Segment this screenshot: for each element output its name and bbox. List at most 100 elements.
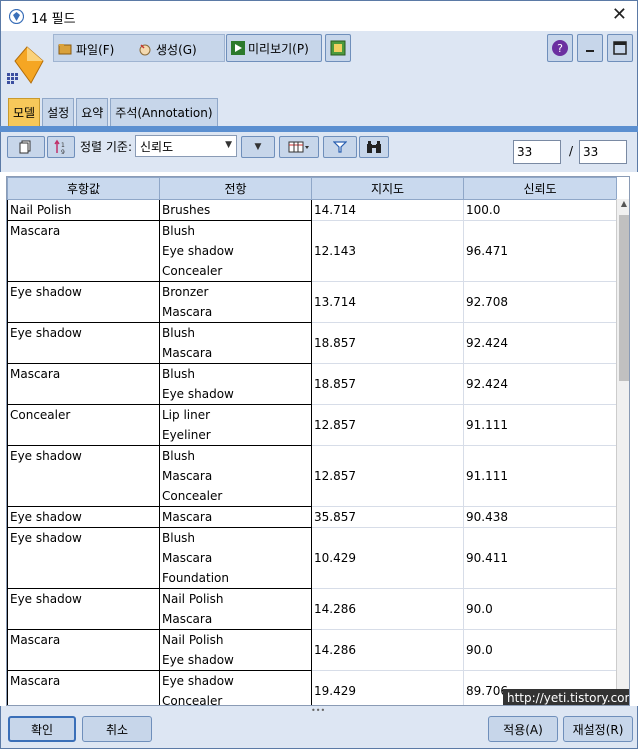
close-icon[interactable]: ✕ xyxy=(612,5,627,25)
cell-support: 12.143 xyxy=(311,220,464,282)
preview-label: 미리보기(P) xyxy=(248,41,309,56)
antecedent-item: Mascara xyxy=(162,510,213,524)
support-value: 19.429 xyxy=(314,684,356,698)
watermark: http://yeti.tistory.com xyxy=(503,689,629,705)
antecedent-item: Eye shadow xyxy=(162,387,234,401)
tab-model[interactable]: 모델 xyxy=(8,98,41,126)
menu-file[interactable]: 파일(F) xyxy=(58,39,114,59)
columns-icon xyxy=(288,141,309,153)
table-row[interactable]: Eye shadow Nail Polish Mascara 14.286 90.0 xyxy=(7,588,617,630)
antecedent-item: Blush xyxy=(162,224,196,238)
antecedent-item: Lip liner xyxy=(162,408,211,422)
scroll-thumb[interactable] xyxy=(619,215,629,381)
tab-annotation[interactable]: 주석(Annotation) xyxy=(110,98,218,126)
table-row[interactable]: Eye shadow Blush Mascara Foundation 10.429 90… xyxy=(7,527,617,589)
cell-consequent: Mascara xyxy=(7,220,160,282)
table-row[interactable]: Eye shadow Blush Mascara 18.857 92.424 xyxy=(7,322,617,364)
cancel-button[interactable]: 취소 xyxy=(82,716,152,742)
table-row[interactable]: Mascara Blush Eye shadow 18.857 92.424 xyxy=(7,363,617,405)
tab-settings[interactable]: 설정 xyxy=(42,98,75,126)
support-value: 35.857 xyxy=(314,510,356,524)
cell-consequent: Eye shadow xyxy=(7,445,160,507)
columns-button[interactable] xyxy=(279,136,319,158)
cell-confidence: 91.111 xyxy=(463,404,617,446)
cell-antecedents: Lip liner Eyeliner xyxy=(159,404,312,446)
scroll-up-icon[interactable]: ▲ xyxy=(617,199,629,213)
confidence-value: 90.411 xyxy=(466,551,508,565)
cell-support: 14.714 xyxy=(311,199,464,221)
cell-antecedents: Nail Polish Mascara xyxy=(159,588,312,630)
apply-button[interactable]: 적용(A) xyxy=(488,716,558,742)
cell-antecedents: Blush Mascara xyxy=(159,322,312,364)
maximize-button[interactable] xyxy=(607,34,633,62)
cell-confidence: 90.438 xyxy=(463,506,617,528)
table-row[interactable]: Mascara Blush Eye shadow Concealer 12.143 96.… xyxy=(7,220,617,282)
find-button[interactable] xyxy=(359,136,389,158)
antecedent-item: Brushes xyxy=(162,203,211,217)
support-value: 10.429 xyxy=(314,551,356,565)
table-row[interactable]: Eye shadow Mascara 35.857 90.438 xyxy=(7,506,617,528)
sort-select[interactable]: 신뢰도 ▼ xyxy=(135,135,237,157)
table-row[interactable]: Concealer Lip liner Eyeliner 12.857 91.111 xyxy=(7,404,617,446)
cell-antecedents: Mascara xyxy=(159,506,312,528)
consequent-text: Eye shadow xyxy=(10,449,82,463)
cell-support: 14.286 xyxy=(311,588,464,630)
column-header-confidence[interactable]: 신뢰도 xyxy=(463,177,617,200)
preview-button[interactable]: 미리보기(P) xyxy=(226,34,322,62)
confidence-value: 91.111 xyxy=(466,469,508,483)
cell-support: 10.429 xyxy=(311,527,464,589)
help-button[interactable]: ? xyxy=(547,34,573,62)
sort-select-value: 신뢰도 xyxy=(140,139,174,154)
binoculars-icon xyxy=(367,141,381,153)
antecedent-item: Eye shadow xyxy=(162,653,234,667)
support-value: 18.857 xyxy=(314,336,356,350)
antecedent-item: Eye shadow xyxy=(162,674,234,688)
column-header-consequent[interactable]: 후항값 xyxy=(7,177,160,200)
antecedent-item: Mascara xyxy=(162,612,213,626)
resize-grip-icon[interactable]: ••• xyxy=(311,706,325,715)
rules-grid: 후항값 전항 지지도 신뢰도 Nail Polish Brushes 14.714 1… xyxy=(7,177,617,706)
table-row[interactable]: Nail Polish Brushes 14.714 100.0 xyxy=(7,199,617,221)
ok-button[interactable]: 확인 xyxy=(8,716,76,742)
confidence-value: 92.424 xyxy=(466,336,508,350)
copy-button[interactable] xyxy=(7,136,45,158)
association-node-icon xyxy=(7,46,44,84)
cell-consequent: Eye shadow xyxy=(7,527,160,589)
column-header-antecedent[interactable]: 전항 xyxy=(159,177,312,200)
cell-antecedents: Brushes xyxy=(159,199,312,221)
column-header-support[interactable]: 지지도 xyxy=(311,177,464,200)
table-row[interactable]: Eye shadow Bronzer Mascara 13.714 92.708 xyxy=(7,281,617,323)
play-icon xyxy=(231,41,245,55)
confidence-value: 90.438 xyxy=(466,510,508,524)
cell-support: 18.857 xyxy=(311,363,464,405)
sort-direction-button[interactable]: ▼ xyxy=(241,136,275,158)
cell-confidence: 90.411 xyxy=(463,527,617,589)
sort-order-button[interactable]: 19 xyxy=(47,136,75,158)
cell-consequent: Eye shadow xyxy=(7,281,160,323)
cell-confidence: 90.0 xyxy=(463,629,617,671)
export-button[interactable] xyxy=(325,34,351,62)
copy-icon xyxy=(19,140,31,154)
filter-button[interactable] xyxy=(323,136,357,158)
tab-summary[interactable]: 요약 xyxy=(76,98,109,126)
cell-confidence: 91.111 xyxy=(463,445,617,507)
cell-antecedents: Nail Polish Eye shadow xyxy=(159,629,312,671)
reset-button[interactable]: 재설정(R) xyxy=(563,716,633,742)
page-current-input[interactable]: 33 xyxy=(513,140,561,164)
support-value: 12.143 xyxy=(314,244,356,258)
antecedent-item: Concealer xyxy=(162,694,223,706)
cell-support: 12.857 xyxy=(311,404,464,446)
consequent-text: Mascara xyxy=(10,224,61,238)
cell-support: 14.286 xyxy=(311,629,464,671)
cell-confidence: 92.424 xyxy=(463,322,617,364)
cell-confidence: 90.0 xyxy=(463,588,617,630)
antecedent-item: Mascara xyxy=(162,469,213,483)
antecedent-item: Foundation xyxy=(162,571,229,585)
maximize-icon xyxy=(613,41,627,55)
cell-consequent: Mascara xyxy=(7,363,160,405)
menu-generate[interactable]: 생성(G) xyxy=(138,39,197,59)
vertical-scrollbar[interactable]: ▲ xyxy=(616,199,629,705)
table-row[interactable]: Eye shadow Blush Mascara Concealer 12.857 91.… xyxy=(7,445,617,507)
table-row[interactable]: Mascara Nail Polish Eye shadow 14.286 90.0 xyxy=(7,629,617,671)
minimize-button[interactable] xyxy=(577,34,603,62)
